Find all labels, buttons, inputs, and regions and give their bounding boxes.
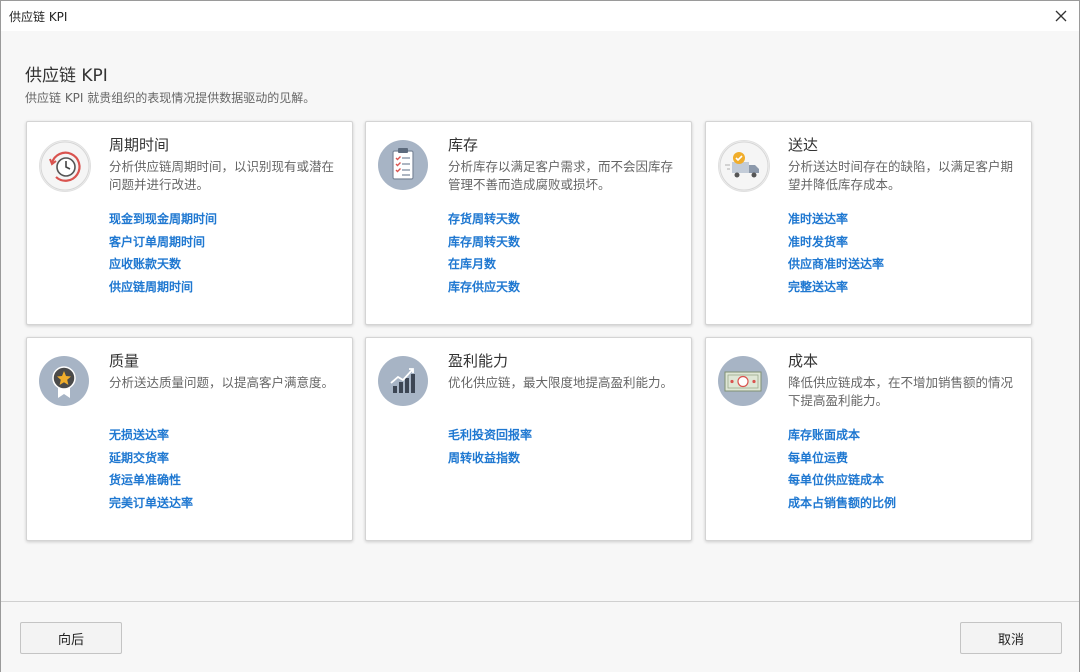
dialog-footer: 向后 取消: [1, 601, 1079, 672]
delivery-truck-icon: [718, 140, 770, 192]
kpi-card-cost: 成本 降低供应链成本，在不增加销售额的情况下提高盈利能力。 库存账面成本 每单位…: [705, 337, 1032, 541]
close-icon[interactable]: [1049, 4, 1073, 28]
kpi-link-list: 毛利投资回报率 周转收益指数: [448, 424, 532, 469]
kpi-card-profitability: 盈利能力 优化供应链，最大限度地提高盈利能力。 毛利投资回报率 周转收益指数: [365, 337, 692, 541]
card-description: 分析送达质量问题，以提高客户满意度。: [109, 375, 335, 390]
kpi-link[interactable]: 完整送达率: [788, 276, 884, 299]
card-title: 周期时间: [109, 136, 170, 154]
window-title: 供应链 KPI: [9, 10, 68, 24]
card-description: 分析库存以满足客户需求，而不会因库存管理不善而造成腐败或损坏。: [448, 159, 674, 192]
kpi-link-list: 存货周转天数 库存周转天数 在库月数 库存供应天数: [448, 208, 520, 299]
card-description: 分析送达时间存在的缺陷，以满足客户期望并降低库存成本。: [788, 159, 1014, 192]
kpi-card-cycle-time: 周期时间 分析供应链周期时间，以识别现有或潜在问题并进行改进。 现金到现金周期时…: [26, 121, 353, 325]
kpi-link[interactable]: 库存周转天数: [448, 231, 520, 254]
page-subtitle: 供应链 KPI 就贵组织的表现情况提供数据驱动的见解。: [25, 91, 316, 105]
card-title: 盈利能力: [448, 352, 509, 370]
kpi-link-list: 现金到现金周期时间 客户订单周期时间 应收账款天数 供应链周期时间: [109, 208, 217, 299]
kpi-link[interactable]: 每单位供应链成本: [788, 469, 896, 492]
cancel-button[interactable]: 取消: [960, 622, 1062, 654]
kpi-card-quality: 质量 分析送达质量问题，以提高客户满意度。 无损送达率 延期交货率 货运单准确性…: [26, 337, 353, 541]
card-description: 分析供应链周期时间，以识别现有或潜在问题并进行改进。: [109, 159, 335, 192]
dialog-window: 供应链 KPI 供应链 KPI 供应链 KPI 就贵组织的表现情况提供数据驱动的…: [0, 0, 1080, 672]
kpi-link[interactable]: 存货周转天数: [448, 208, 520, 231]
kpi-link[interactable]: 准时发货率: [788, 231, 884, 254]
kpi-link[interactable]: 应收账款天数: [109, 253, 217, 276]
title-bar: 供应链 KPI: [1, 1, 1079, 31]
card-title: 成本: [788, 352, 819, 370]
kpi-link[interactable]: 供应链周期时间: [109, 276, 217, 299]
kpi-card-delivery: 送达 分析送达时间存在的缺陷，以满足客户期望并降低库存成本。 准时送达率 准时发…: [705, 121, 1032, 325]
back-button[interactable]: 向后: [20, 622, 122, 654]
kpi-link[interactable]: 货运单准确性: [109, 469, 193, 492]
kpi-link[interactable]: 客户订单周期时间: [109, 231, 217, 254]
kpi-link[interactable]: 延期交货率: [109, 447, 193, 470]
kpi-link-list: 无损送达率 延期交货率 货运单准确性 完美订单送达率: [109, 424, 193, 515]
kpi-link-list: 库存账面成本 每单位运费 每单位供应链成本 成本占销售额的比例: [788, 424, 896, 515]
kpi-link[interactable]: 准时送达率: [788, 208, 884, 231]
kpi-link[interactable]: 在库月数: [448, 253, 520, 276]
card-title: 库存: [448, 136, 479, 154]
money-bill-icon: [718, 356, 768, 406]
dialog-content: 供应链 KPI 供应链 KPI 就贵组织的表现情况提供数据驱动的见解。 周期时间…: [1, 31, 1079, 601]
kpi-link[interactable]: 完美订单送达率: [109, 492, 193, 515]
kpi-link[interactable]: 库存账面成本: [788, 424, 896, 447]
card-title: 质量: [109, 352, 140, 370]
kpi-link[interactable]: 毛利投资回报率: [448, 424, 532, 447]
card-description: 优化供应链，最大限度地提高盈利能力。: [448, 375, 674, 390]
kpi-link[interactable]: 周转收益指数: [448, 447, 532, 470]
kpi-link[interactable]: 每单位运费: [788, 447, 896, 470]
card-description: 降低供应链成本，在不增加销售额的情况下提高盈利能力。: [788, 375, 1014, 408]
rising-bar-chart-icon: [378, 356, 428, 406]
kpi-link[interactable]: 无损送达率: [109, 424, 193, 447]
kpi-card-inventory: 库存 分析库存以满足客户需求，而不会因库存管理不善而造成腐败或损坏。 存货周转天…: [365, 121, 692, 325]
clock-cycle-icon: [39, 140, 91, 192]
page-title: 供应链 KPI: [25, 66, 108, 86]
kpi-link[interactable]: 现金到现金周期时间: [109, 208, 217, 231]
clipboard-checklist-icon: [378, 140, 428, 190]
kpi-link-list: 准时送达率 准时发货率 供应商准时送达率 完整送达率: [788, 208, 884, 299]
card-title: 送达: [788, 136, 819, 154]
kpi-link[interactable]: 库存供应天数: [448, 276, 520, 299]
kpi-link[interactable]: 成本占销售额的比例: [788, 492, 896, 515]
kpi-link[interactable]: 供应商准时送达率: [788, 253, 884, 276]
award-badge-icon: [39, 356, 89, 406]
